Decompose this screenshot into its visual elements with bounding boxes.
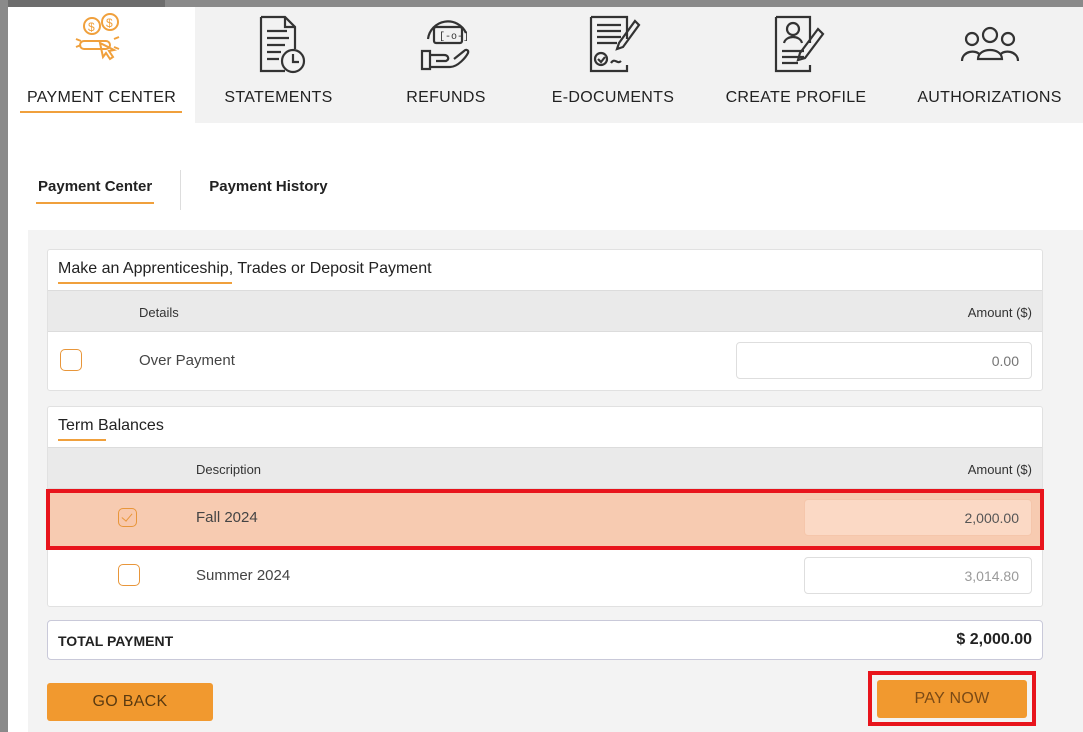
svg-text:$: $ <box>88 20 95 34</box>
column-description: Description <box>196 462 262 477</box>
term-balances-title: Term Balances <box>58 417 164 434</box>
section-title: Term Balances <box>48 407 1042 447</box>
nav-refunds[interactable]: [-o-] REFUNDS <box>362 7 530 123</box>
term-balances-section: Term Balances Description Amount ($) Fal… <box>47 406 1043 607</box>
nav-label: E-DOCUMENTS <box>551 89 675 106</box>
go-back-button[interactable]: GO BACK <box>47 683 213 721</box>
table-header: Description Amount ($) <box>48 447 1042 489</box>
active-nav-underline <box>20 111 182 113</box>
group-users-icon <box>960 26 1019 62</box>
nav-statements[interactable]: STATEMENTS <box>195 7 362 123</box>
svg-text:$: $ <box>106 16 113 30</box>
section-title: Make an Apprenticeship, Trades or Deposi… <box>48 250 1042 290</box>
pay-now-button[interactable]: PAY NOW <box>877 680 1027 718</box>
sub-tabs: Payment Center Payment History <box>28 170 338 210</box>
title-underline <box>58 439 106 441</box>
total-value: $ 2,000.00 <box>956 631 1032 648</box>
payment-panel: Make an Apprenticeship, Trades or Deposi… <box>28 230 1083 732</box>
nav-label: AUTHORIZATIONS <box>917 89 1062 106</box>
nav-label: STATEMENTS <box>224 89 333 106</box>
row-label: Over Payment <box>139 352 235 369</box>
summer-2024-checkbox[interactable] <box>118 564 140 586</box>
nav-authorizations[interactable]: AUTHORIZATIONS <box>896 7 1083 123</box>
table-row: Over Payment <box>48 332 1042 389</box>
nav-label: REFUNDS <box>406 89 486 106</box>
refund-hand-icon: [-o-] <box>420 20 470 71</box>
nav-payment-center[interactable]: $ $ PAYMENT CENTER <box>8 7 195 123</box>
column-amount: Amount ($) <box>967 305 1032 320</box>
over-payment-checkbox[interactable] <box>60 349 82 371</box>
nav-label: CREATE PROFILE <box>725 89 867 106</box>
table-header: Details Amount ($) <box>48 290 1042 332</box>
table-row[interactable]: Fall 2024 <box>48 489 1042 546</box>
deposit-payment-section: Make an Apprenticeship, Trades or Deposi… <box>47 249 1043 391</box>
svg-text:[-o-]: [-o-] <box>439 31 469 43</box>
total-payment-bar: TOTAL PAYMENT $ 2,000.00 <box>47 620 1043 660</box>
tab-payment-center[interactable]: Payment Center <box>28 170 162 206</box>
profile-edit-icon <box>774 15 825 73</box>
window-frame-top-dark <box>0 0 165 7</box>
table-row[interactable]: Summer 2024 <box>48 546 1042 603</box>
tab-payment-history[interactable]: Payment History <box>199 170 337 206</box>
nav-create-profile[interactable]: CREATE PROFILE <box>696 7 896 123</box>
payment-hand-icon: $ $ <box>75 13 119 61</box>
row-label: Summer 2024 <box>196 567 291 584</box>
row-label: Fall 2024 <box>196 509 258 526</box>
nav-e-documents[interactable]: E-DOCUMENTS <box>530 7 696 123</box>
total-label: TOTAL PAYMENT <box>58 633 174 649</box>
fall-2024-checkbox[interactable] <box>118 508 137 527</box>
top-navigation: $ $ PAYMENT CENTER STATEMENTS [-o-] REFU… <box>8 7 1083 123</box>
nav-label: PAYMENT CENTER <box>26 89 177 106</box>
title-underline <box>58 282 232 284</box>
statement-clock-icon <box>259 15 305 74</box>
deposit-section-title: Make an Apprenticeship, Trades or Deposi… <box>58 260 432 277</box>
summer-2024-amount-input[interactable] <box>804 557 1032 594</box>
window-frame-left <box>0 0 8 732</box>
column-amount: Amount ($) <box>967 462 1032 477</box>
column-details: Details <box>139 305 179 320</box>
subtab-divider <box>180 170 182 210</box>
document-sign-icon <box>589 15 641 73</box>
fall-2024-amount-input[interactable] <box>804 499 1032 536</box>
over-payment-amount-input[interactable] <box>736 342 1032 379</box>
